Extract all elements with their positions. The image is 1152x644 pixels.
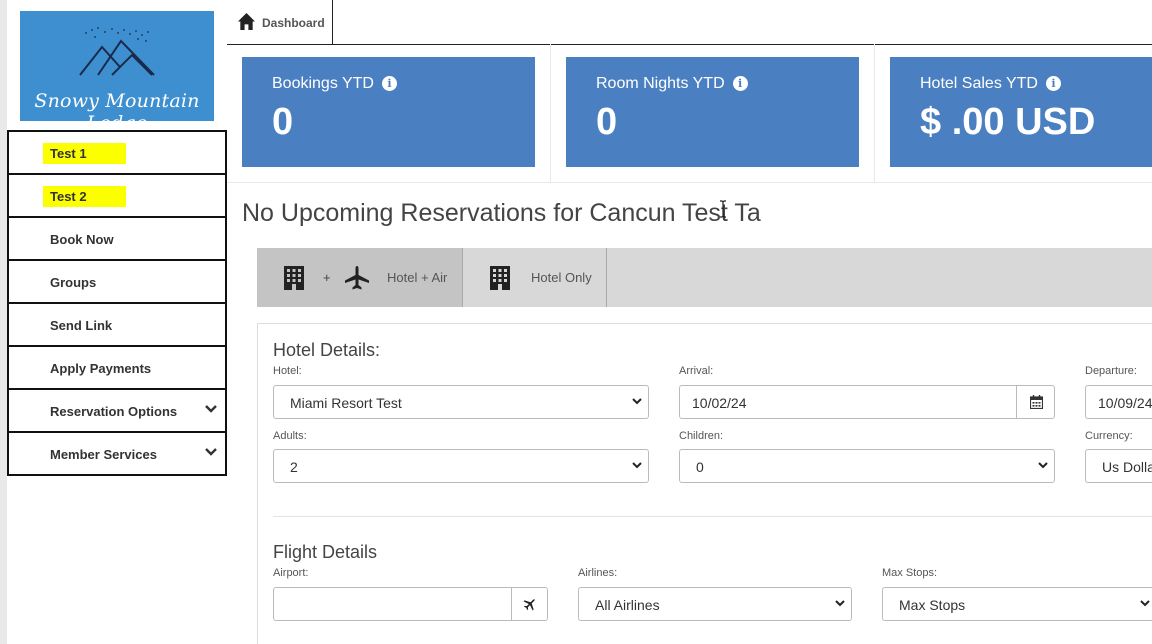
tab-hotel-only[interactable]: Hotel Only (463, 248, 607, 307)
sidebar-item-member-services[interactable]: Member Services (7, 433, 227, 476)
logo-text: Snowy Mountain Lodge (34, 90, 200, 134)
currency-select[interactable]: Us Dollar (1085, 449, 1152, 483)
booking-type-tabs: + Hotel + Air Hotel Only (257, 248, 1152, 307)
stat-title: Hotel Sales YTD (920, 75, 1038, 92)
stat-value: $ .00 USD (920, 101, 1096, 143)
window-edge (0, 0, 7, 644)
airlines-select[interactable]: All Airlines (578, 587, 852, 621)
chevron-down-icon (205, 405, 217, 413)
tab-dashboard[interactable]: Dashboard (227, 0, 333, 44)
sidebar-item-label: Apply Payments (50, 361, 152, 376)
arrival-date-input[interactable]: 10/02/24 (679, 385, 1017, 419)
chevron-down-icon (632, 462, 642, 469)
max-stops-select-value: Max Stops (899, 597, 966, 613)
sidebar-item-send-link[interactable]: Send Link (7, 304, 227, 347)
stat-title: Room Nights YTD (596, 75, 725, 92)
max-stops-select[interactable]: Max Stops (882, 587, 1152, 621)
sidebar-item-label: Book Now (50, 232, 114, 247)
chevron-down-icon (632, 398, 642, 405)
info-icon[interactable]: i (732, 76, 748, 91)
plus-sign: + (323, 270, 331, 285)
tab-label: Hotel + Air (387, 270, 448, 285)
calendar-icon (1030, 395, 1043, 409)
sidebar-item-label: Test 2 (50, 189, 87, 204)
departure-date-input[interactable]: 10/09/24 (1085, 385, 1152, 419)
text-cursor-icon (720, 200, 726, 218)
chevron-down-icon (1140, 600, 1150, 607)
info-icon[interactable]: i (381, 76, 397, 91)
sidebar-item-groups[interactable]: Groups (7, 261, 227, 304)
section-divider (273, 516, 1152, 517)
sidebar-item-label: Reservation Options (50, 404, 178, 419)
airport-label: Airport: (273, 567, 309, 579)
stat-title: Bookings YTD (272, 75, 374, 92)
arrival-date-value: 10/02/24 (692, 395, 747, 411)
hotel-select[interactable]: Miami Resort Test (273, 385, 649, 419)
sidebar-item-book-now[interactable]: Book Now (7, 218, 227, 261)
highlight-badge: Test 1 (43, 143, 126, 164)
adults-select[interactable]: 2 (273, 449, 649, 483)
home-icon (237, 12, 256, 31)
hotel-select-value: Miami Resort Test (290, 395, 402, 411)
stat-value: 0 (272, 101, 294, 143)
airlines-select-value: All Airlines (595, 597, 660, 613)
stat-value: 0 (596, 101, 618, 143)
departure-label: Departure: (1085, 365, 1137, 377)
chevron-down-icon (1038, 462, 1048, 469)
highlight-badge: Test 2 (43, 186, 126, 207)
mountain-logo-icon (79, 27, 155, 76)
sidebar-item-label: Test 1 (50, 146, 87, 161)
sidebar-nav: Test 1 Test 2 Book Now Groups Send Link … (7, 130, 227, 476)
sidebar-item-test-1[interactable]: Test 1 (7, 130, 227, 175)
stat-card-bookings: Bookings YTD i 0 (242, 57, 535, 167)
airport-search-button[interactable] (511, 587, 548, 621)
sidebar-item-label: Groups (50, 275, 97, 290)
tab-label: Dashboard (262, 16, 325, 30)
sidebar-item-test-2[interactable]: Test 2 (7, 175, 227, 218)
top-tab-bar: Dashboard (227, 0, 1152, 45)
adults-label: Adults: (273, 430, 307, 442)
children-select-value: 0 (696, 459, 704, 475)
sidebar-item-apply-payments[interactable]: Apply Payments (7, 347, 227, 390)
chevron-down-icon (205, 448, 217, 456)
sidebar-item-reservation-options[interactable]: Reservation Options (7, 390, 227, 433)
tab-hotel-air[interactable]: + Hotel + Air (257, 248, 463, 307)
departure-date-value: 10/09/24 (1098, 395, 1152, 411)
page-title: No Upcoming Reservations for Cancun Test… (242, 199, 761, 227)
children-select[interactable]: 0 (679, 449, 1055, 483)
hotel-details-title: Hotel Details: (273, 340, 381, 360)
stat-card-room-nights: Room Nights YTD i 0 (566, 57, 859, 167)
arrival-label: Arrival: (679, 365, 714, 377)
tab-label: Hotel Only (531, 270, 592, 285)
airplane-icon (523, 599, 535, 611)
children-label: Children: (679, 430, 724, 442)
currency-select-value: Us Dollar (1102, 459, 1152, 475)
airlines-label: Airlines: (578, 567, 618, 579)
arrival-calendar-button[interactable] (1016, 385, 1055, 419)
building-icon (284, 266, 304, 290)
stat-card-hotel-sales: Hotel Sales YTD i $ .00 USD (890, 57, 1152, 167)
sidebar-item-label: Member Services (50, 447, 157, 462)
hotel-label: Hotel: (273, 365, 302, 377)
adults-select-value: 2 (290, 459, 298, 475)
currency-label: Currency: (1085, 430, 1133, 442)
logo[interactable]: Snowy Mountain Lodge (20, 11, 214, 134)
max-stops-label: Max Stops: (882, 567, 938, 579)
airplane-icon (345, 266, 369, 290)
info-icon[interactable]: i (1045, 76, 1061, 91)
chevron-down-icon (835, 600, 845, 607)
building-icon (490, 266, 510, 290)
sidebar-item-label: Send Link (50, 318, 113, 333)
flight-details-title: Flight Details (273, 542, 378, 562)
airport-input[interactable] (273, 587, 513, 621)
